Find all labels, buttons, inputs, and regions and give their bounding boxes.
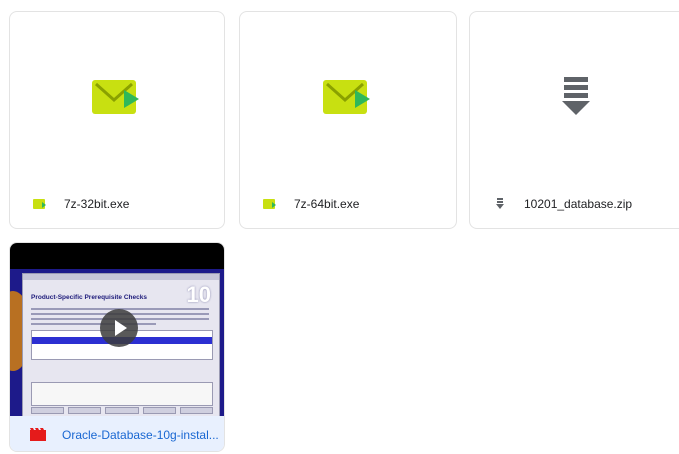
file-footer: 7z-32bit.exe <box>10 180 224 228</box>
file-name: 10201_database.zip <box>524 197 633 211</box>
file-footer: 10201_database.zip <box>470 180 679 228</box>
file-footer: 7z-64bit.exe <box>240 180 456 228</box>
exe-icon <box>30 194 50 214</box>
video-thumbnail: 10 Product-Specific Prerequisite Checks <box>10 243 224 416</box>
play-icon[interactable] <box>100 309 138 347</box>
file-footer: Oracle-Database-10g-instal... <box>10 416 224 451</box>
file-preview <box>240 12 456 182</box>
zip-icon <box>562 77 590 115</box>
thumbnail-buttons <box>31 407 214 414</box>
exe-icon <box>260 194 280 214</box>
file-card-oracle-video[interactable]: 10 Product-Specific Prerequisite Checks … <box>9 242 225 452</box>
thumbnail-heading: Product-Specific Prerequisite Checks <box>31 294 147 301</box>
thumbnail-log <box>31 382 213 406</box>
exe-icon <box>323 80 370 114</box>
file-card-10201-database[interactable]: 10201_database.zip <box>469 11 679 229</box>
window-titlebar <box>23 274 219 280</box>
oracle-10g-logo: 10 <box>186 282 211 307</box>
file-preview <box>10 12 224 182</box>
exe-icon <box>92 80 139 114</box>
file-name: Oracle-Database-10g-instal... <box>62 427 219 442</box>
zip-icon <box>490 194 510 214</box>
file-card-7z-64bit[interactable]: 7z-64bit.exe <box>239 11 457 229</box>
video-icon <box>30 428 46 442</box>
file-name: 7z-64bit.exe <box>294 197 360 211</box>
file-preview <box>470 12 679 182</box>
file-card-7z-32bit[interactable]: 7z-32bit.exe <box>9 11 225 229</box>
file-name: 7z-32bit.exe <box>64 197 130 211</box>
